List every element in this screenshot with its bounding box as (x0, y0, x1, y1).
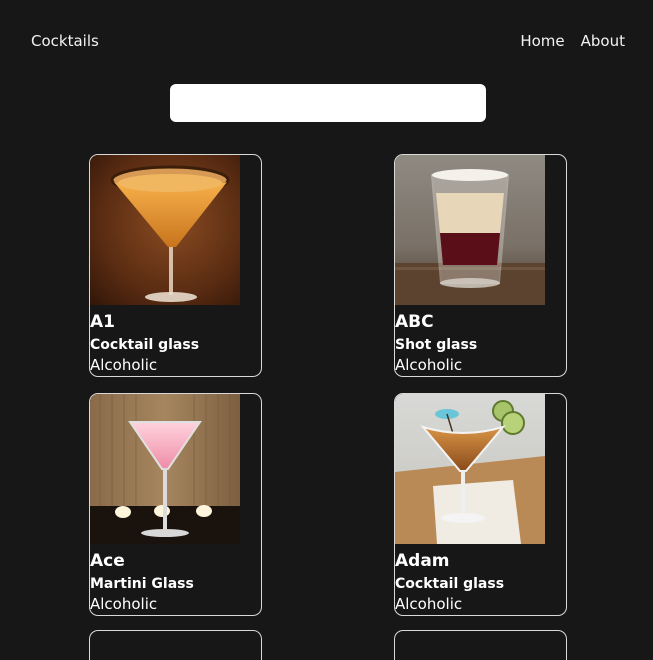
drink-glass: Martini Glass (90, 576, 194, 592)
drink-grid: A1 Cocktail glass Alcoholic ABC Shot gla… (0, 0, 653, 660)
layered-shot-photo (395, 155, 545, 305)
drink-glass: Cocktail glass (395, 576, 505, 592)
drink-glass: Shot glass (395, 337, 478, 353)
drink-type: Alcoholic (90, 356, 158, 374)
drink-name: A1 (90, 312, 115, 332)
drink-card-partial[interactable] (394, 630, 567, 660)
drink-photo (90, 155, 240, 305)
drink-glass: Cocktail glass (90, 337, 200, 353)
drink-photo (395, 394, 545, 544)
drink-type: Alcoholic (395, 356, 463, 374)
drink-card[interactable]: Ace Martini Glass Alcoholic (89, 393, 262, 616)
drink-name: Ace (90, 551, 125, 571)
drink-type: Alcoholic (90, 595, 158, 613)
pink-martini-photo (90, 394, 240, 544)
drink-card[interactable]: A1 Cocktail glass Alcoholic (89, 154, 262, 377)
drink-photo (395, 155, 545, 305)
garnished-martini-photo (395, 394, 545, 544)
drink-type: Alcoholic (395, 595, 463, 613)
drink-card[interactable]: Adam Cocktail glass Alcoholic (394, 393, 567, 616)
amber-martini-photo (90, 155, 240, 305)
drink-name: Adam (395, 551, 450, 571)
drink-card[interactable]: ABC Shot glass Alcoholic (394, 154, 567, 377)
drink-card-partial[interactable] (89, 630, 262, 660)
drink-name: ABC (395, 312, 434, 332)
drink-photo (90, 394, 240, 544)
